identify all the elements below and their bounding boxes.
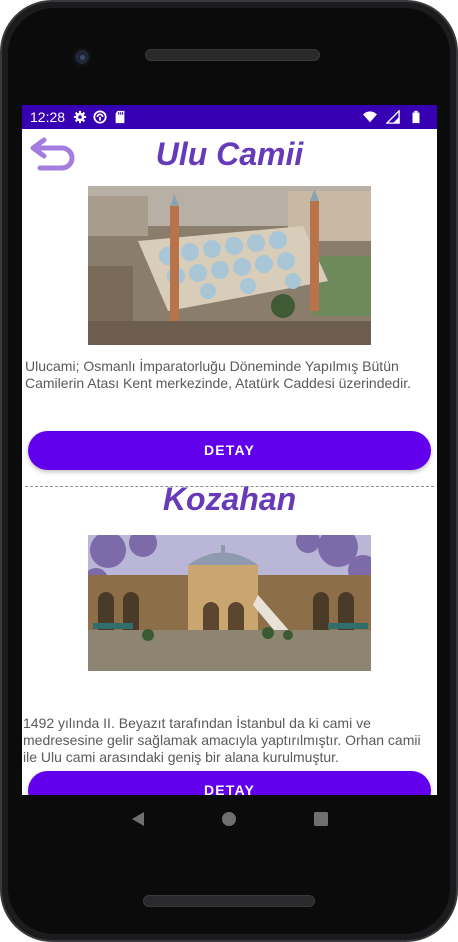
scroll-content[interactable]: Ulu Camii Ulucami; Osmanlı İmparatorluğu… [22,129,437,795]
place-title: Kozahan [162,481,297,517]
wifi-icon [363,111,377,123]
signal-icon [386,110,400,124]
bottom-speaker [143,895,315,907]
mosque-photo [88,186,371,345]
earpiece-speaker [145,49,320,61]
status-bar: 12:28 [22,105,437,129]
caravanserai-photo [88,535,371,671]
sd-card-icon [115,110,125,124]
app-screen: 12:28 Ulu Camii Ulucami; Osmanlı İmparat… [22,105,437,795]
gear-icon [73,110,87,124]
system-nav-bar [22,795,437,843]
back-triangle-icon [131,812,144,826]
home-circle-icon [222,812,237,826]
detay-button[interactable]: DETAY [28,771,431,795]
nav-home-button[interactable] [217,807,241,831]
nav-recents-button[interactable] [309,807,333,831]
place-description: Ulucami; Osmanlı İmparatorluğu Döneminde… [25,358,411,391]
recents-square-icon [314,812,329,826]
status-time: 12:28 [30,109,66,125]
vpn-icon [93,110,107,124]
detay-button[interactable]: DETAY [28,431,431,470]
place-title: Ulu Camii [155,136,304,172]
status-icons-right [363,110,429,124]
battery-icon [412,110,420,124]
nav-back-button[interactable] [126,807,150,831]
front-camera [72,47,92,67]
place-description: 1492 yılında II. Beyazıt tarafından İsta… [23,715,421,765]
